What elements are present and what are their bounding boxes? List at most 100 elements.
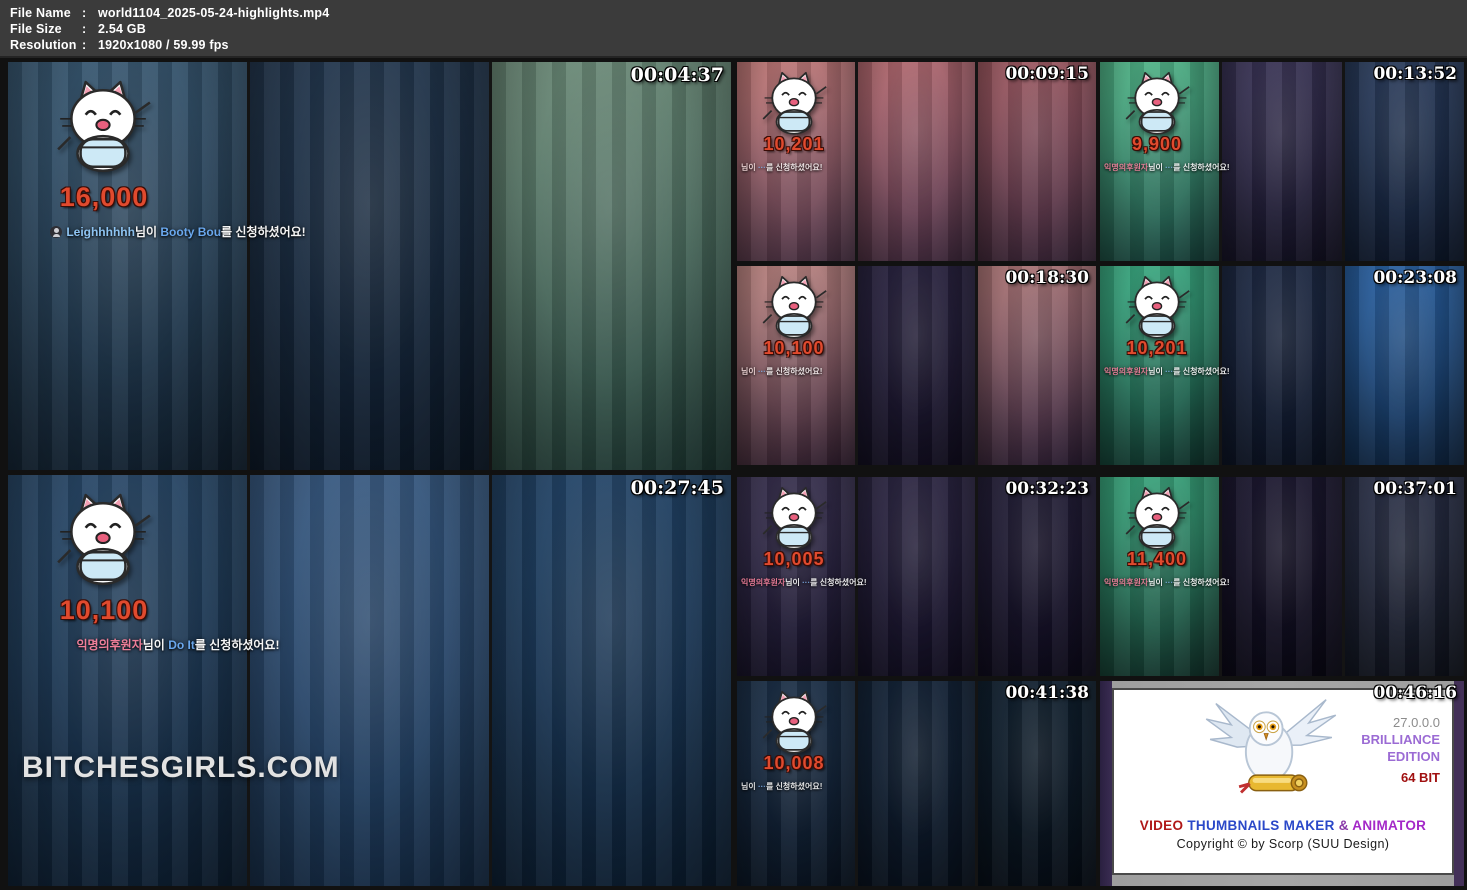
donation-amount: 10,008 <box>737 753 851 774</box>
caption-segment: 를 신청하셨어요! <box>766 163 822 172</box>
version-block: 27.0.0.0 BRILLIANCE EDITION 64 BIT <box>1361 714 1440 786</box>
separator: : <box>82 5 98 21</box>
caption-segment: ··· <box>1165 367 1173 376</box>
timestamp-label: 00:13:52 <box>1373 64 1457 84</box>
file-name-label: File Name <box>10 5 82 21</box>
owl-logo-icon <box>1198 692 1344 808</box>
caption-segment: 님이 <box>785 578 802 587</box>
donation-caption: 익명의후원자님이 ···를 신청하셨어요! <box>1104 162 1384 173</box>
video-thumbnail: 00:04:37 16,000 Leighhhhhh님이 Booty Bou를 신… <box>8 62 731 470</box>
file-size-label: File Size <box>10 21 82 37</box>
timestamp-label: 00:23:08 <box>1373 268 1457 288</box>
brand-ampersand: & <box>1339 818 1353 833</box>
brand-line: VIDEO THUMBNAILS MAKER & ANIMATOR <box>1114 818 1452 833</box>
donation-amount: 16,000 <box>8 182 200 213</box>
caption-segment: ··· <box>1165 163 1173 172</box>
video-thumbnail: 00:32:23 10,005익명의후원자님이 ···를 신청하셨어요! <box>737 477 1096 676</box>
timestamp-label: 00:46:16 <box>1373 683 1457 703</box>
timestamp-label: 00:18:30 <box>1005 268 1089 288</box>
brand-thumbnails-maker: THUMBNAILS MAKER <box>1187 818 1338 833</box>
file-size-value: 2.54 GB <box>98 21 146 37</box>
separator: : <box>82 21 98 37</box>
donation-amount: 11,400 <box>1100 549 1214 570</box>
caption-segment: Booty Bou <box>160 225 221 239</box>
caption-segment: Leighhhhhh <box>66 225 135 239</box>
version-number: 27.0.0.0 <box>1393 715 1440 730</box>
caption-segment: 님이 <box>741 163 758 172</box>
file-name-row: File Name : world1104_2025-05-24-highlig… <box>10 5 1467 21</box>
caption-segment: Do It <box>168 638 195 652</box>
caption-segment: 님이 <box>741 367 758 376</box>
caption-segment: 님이 <box>1148 163 1165 172</box>
maker-logo-panel: 27.0.0.0 BRILLIANCE EDITION 64 BIT VIDEO… <box>1112 688 1454 875</box>
donation-amount: 10,100 <box>8 595 200 626</box>
caption-segment: ··· <box>758 782 766 791</box>
caption-segment: 익명의후원자 <box>1104 163 1148 172</box>
caption-segment: 익명의후원자 <box>77 638 143 652</box>
file-size-row: File Size : 2.54 GB <box>10 21 1467 37</box>
timestamp-label: 00:04:37 <box>631 64 724 86</box>
caption-segment: 님이 <box>1148 367 1165 376</box>
donation-amount: 10,201 <box>1100 338 1214 359</box>
video-thumbnail: 00:13:52 9,900 익명의후원자님이 ···를 신청하셨어요! <box>1100 62 1464 261</box>
caption-segment: 님이 <box>143 638 168 652</box>
resolution-row: Resolution : 1920x1080 / 59.99 fps <box>10 37 1467 53</box>
video-thumbnail: 00:41:38 10,008 님이 ···를 신청하셨어요! <box>737 681 1096 886</box>
video-thumbnail: 00:27:45 10,100 익명의후원자님이 Do It를 신청하셨어요! BI… <box>8 475 731 886</box>
timestamp-label: 00:27:45 <box>631 477 724 499</box>
file-name-value: world1104_2025-05-24-highlights.mp4 <box>98 5 329 21</box>
bits-label: 64 BIT <box>1361 769 1440 786</box>
donation-amount: 10,100 <box>737 338 851 359</box>
timestamp-label: 00:41:38 <box>1005 683 1089 703</box>
video-thumbnail: 00:18:30 10,100 님이 ···를 신청하셨어요! <box>737 266 1096 465</box>
donation-caption: 익명의후원자님이 ···를 신청하셨어요! <box>1104 366 1384 377</box>
timestamp-label: 00:09:15 <box>1005 64 1089 84</box>
donation-caption: 님이 ···를 신청하셨어요! <box>741 162 1021 173</box>
video-thumbnail: 00:23:08 10,201 익명의후원자님이 ···를 신청하셨어요! <box>1100 266 1464 465</box>
video-frame-panel <box>492 475 731 886</box>
cat-mascot-icon <box>1122 70 1192 137</box>
video-thumbnail: 00:37:01 11,400 익명의후원자님이 ···를 신청하셨어요! <box>1100 477 1464 676</box>
caption-segment: 님이 <box>1148 578 1165 587</box>
video-frame-panel <box>250 62 489 470</box>
edition-line1: BRILLIANCE <box>1361 732 1440 747</box>
donation-caption: 익명의후원자님이 ···를 신청하셨어요! <box>741 577 1021 588</box>
cat-mascot-icon <box>52 491 154 589</box>
cat-mascot-icon <box>759 274 829 341</box>
caption-segment: 익명의후원자 <box>741 578 785 587</box>
cat-mascot-icon <box>759 485 829 552</box>
caption-segment: ··· <box>758 163 766 172</box>
caption-segment: 님이 <box>135 225 160 239</box>
caption-segment: 를 신청하셨어요! <box>766 367 822 376</box>
donation-caption: 님이 ···를 신청하셨어요! <box>741 366 1021 377</box>
donation-caption: 익명의후원자님이 Do It를 신청하셨어요! <box>12 635 344 655</box>
caption-segment: 익명의후원자 <box>1104 367 1148 376</box>
caption-segment: ··· <box>1165 578 1173 587</box>
cat-mascot-icon <box>759 689 829 756</box>
cat-mascot-icon <box>52 78 154 176</box>
video-frame-panel <box>492 62 731 470</box>
donation-amount: 9,900 <box>1100 134 1214 155</box>
caption-segment: 를 신청하셨어요! <box>1173 578 1229 587</box>
resolution-value: 1920x1080 / 59.99 fps <box>98 37 229 53</box>
brand-video: VIDEO <box>1140 818 1188 833</box>
caption-segment: ··· <box>758 367 766 376</box>
copyright-line: Copyright © by Scorp (SUU Design) <box>1114 837 1452 851</box>
caption-segment: 익명의후원자 <box>1104 578 1148 587</box>
donation-caption: 익명의후원자님이 ···를 신청하셨어요! <box>1104 577 1384 588</box>
caption-segment: ··· <box>802 578 810 587</box>
brand-animator: ANIMATOR <box>1352 818 1426 833</box>
donation-caption: Leighhhhhh님이 Booty Bou를 신청하셨어요! <box>12 222 344 242</box>
caption-segment: 를 신청하셨어요! <box>1173 163 1229 172</box>
caption-segment: 를 신청하셨어요! <box>195 638 280 652</box>
thumbnail-contact-sheet: { "header": { "rows": [ {"label": "File … <box>0 0 1467 890</box>
timestamp-label: 00:37:01 <box>1373 479 1457 499</box>
separator: : <box>82 37 98 53</box>
cat-mascot-icon <box>759 70 829 137</box>
caption-segment: 님이 <box>741 782 758 791</box>
video-thumbnail: 00:09:15 10,201님이 ···를 신청하셨어요! <box>737 62 1096 261</box>
donation-caption: 님이 ···를 신청하셨어요! <box>741 781 1021 792</box>
video-frame-panel <box>250 475 489 886</box>
watermark: BITCHESGIRLS.COM <box>22 751 340 785</box>
cat-mascot-icon <box>1122 274 1192 341</box>
